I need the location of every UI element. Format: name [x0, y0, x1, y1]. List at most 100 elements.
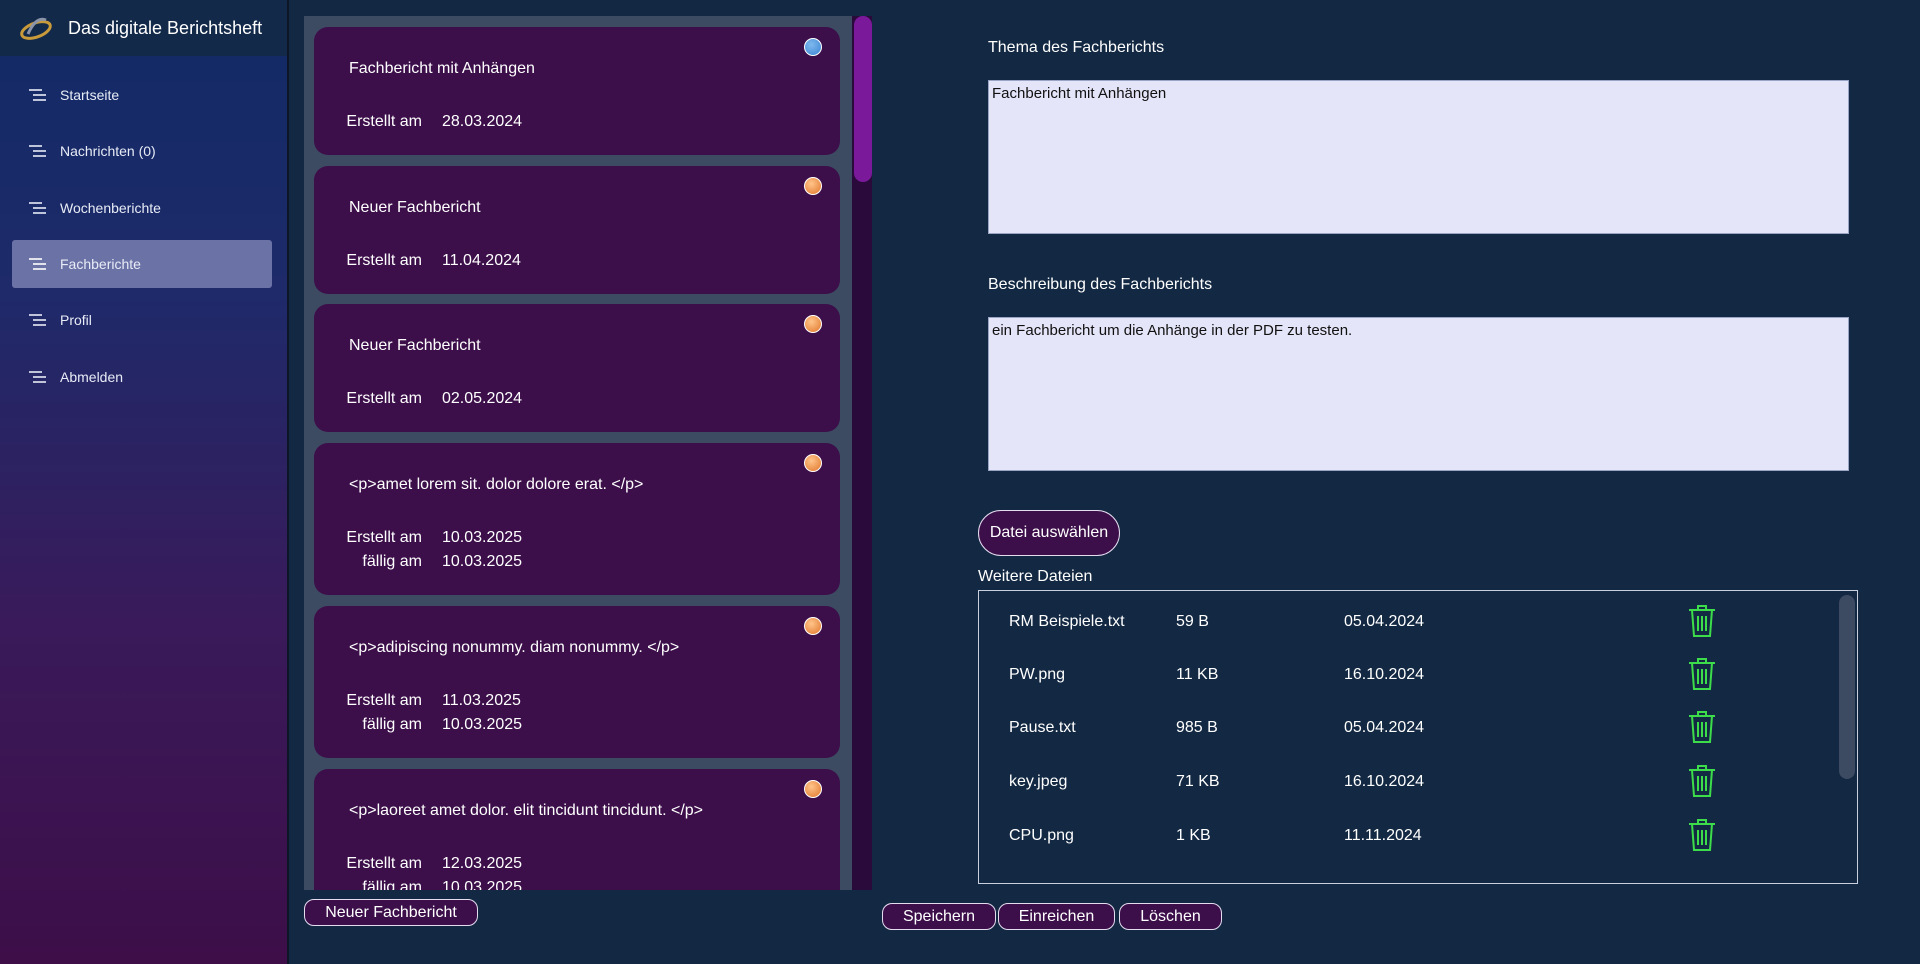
- report-list-scrollbar-thumb[interactable]: [854, 16, 872, 182]
- sidebar-item-startseite[interactable]: Startseite: [12, 71, 272, 119]
- due-row: fällig am 10.03.2025: [323, 553, 522, 571]
- trash-icon[interactable]: [1685, 656, 1719, 692]
- created-label: Erstellt am: [346, 855, 422, 872]
- file-row: PW.png 11 KB 16.10.2024: [979, 656, 1819, 696]
- description-label: Beschreibung des Fachberichts: [988, 276, 1213, 293]
- file-row: Pause.txt 985 B 05.04.2024: [979, 709, 1819, 749]
- created-row: Erstellt am 11.04.2024: [323, 252, 521, 270]
- created-label: Erstellt am: [346, 390, 422, 407]
- menu-lines-icon: [29, 89, 46, 101]
- report-card[interactable]: <p>amet lorem sit. dolor dolore erat. </…: [314, 443, 840, 595]
- file-row: key.jpeg 71 KB 16.10.2024: [979, 763, 1819, 803]
- sidebar-item-wochenberichte[interactable]: Wochenberichte: [12, 184, 272, 232]
- sidebar: Das digitale Berichtsheft Startseite Nac…: [0, 0, 289, 964]
- report-title: Neuer Fachbericht: [349, 337, 481, 354]
- file-size: 1 KB: [1176, 827, 1211, 844]
- description-field[interactable]: ein Fachbericht um die Anhänge in der PD…: [988, 317, 1849, 471]
- report-title: <p>laoreet amet dolor. elit tincidunt ti…: [349, 802, 704, 819]
- delete-button[interactable]: Löschen: [1119, 903, 1222, 930]
- due-label: fällig am: [362, 553, 422, 570]
- created-date: 10.03.2025: [442, 529, 523, 546]
- topic-field[interactable]: Fachbericht mit Anhängen: [988, 80, 1849, 234]
- menu-lines-icon: [29, 202, 46, 214]
- report-card[interactable]: Neuer Fachbericht Erstellt am 02.05.2024: [314, 304, 840, 432]
- trash-icon[interactable]: [1685, 763, 1719, 799]
- created-label: Erstellt am: [346, 252, 422, 269]
- created-date: 12.03.2025: [442, 855, 523, 872]
- trash-icon[interactable]: [1685, 817, 1719, 853]
- due-date: 10.03.2025: [442, 553, 523, 570]
- file-date: 11.11.2024: [1344, 827, 1422, 844]
- file-date: 05.04.2024: [1344, 719, 1425, 736]
- due-row: fällig am 10.03.2025: [323, 716, 522, 734]
- file-row: RM Beispiele.txt 59 B 05.04.2024: [979, 603, 1819, 643]
- status-dot-orange-icon: [804, 780, 822, 798]
- status-dot-orange-icon: [804, 617, 822, 635]
- save-button[interactable]: Speichern: [882, 903, 996, 930]
- due-date: 10.03.2025: [442, 879, 523, 890]
- file-name: Pause.txt: [1009, 719, 1076, 736]
- created-date: 11.04.2024: [442, 252, 521, 269]
- sidebar-item-label: Nachrichten (0): [60, 143, 156, 159]
- status-dot-blue-icon: [804, 38, 822, 56]
- report-card[interactable]: Neuer Fachbericht Erstellt am 11.04.2024: [314, 166, 840, 294]
- created-row: Erstellt am 12.03.2025: [323, 855, 522, 873]
- file-size: 71 KB: [1176, 773, 1220, 790]
- created-row: Erstellt am 02.05.2024: [323, 390, 522, 408]
- choose-file-button[interactable]: Datei auswählen: [978, 510, 1120, 556]
- sidebar-item-nachrichten[interactable]: Nachrichten (0): [12, 127, 272, 175]
- file-size: 985 B: [1176, 719, 1218, 736]
- sidebar-item-abmelden[interactable]: Abmelden: [12, 353, 272, 401]
- file-row: CPU.png 1 KB 11.11.2024: [979, 817, 1819, 857]
- sidebar-item-label: Abmelden: [60, 369, 124, 385]
- menu-lines-icon: [29, 314, 46, 326]
- created-date: 28.03.2024: [442, 113, 523, 130]
- due-label: fällig am: [362, 716, 422, 733]
- report-title: <p>adipiscing nonummy. diam nonummy. </p…: [349, 639, 680, 656]
- sidebar-item-label: Startseite: [60, 87, 120, 103]
- submit-button[interactable]: Einreichen: [998, 903, 1115, 930]
- created-row: Erstellt am 28.03.2024: [323, 113, 522, 131]
- due-label: fällig am: [362, 879, 422, 890]
- status-dot-orange-icon: [804, 454, 822, 472]
- brand-header: Das digitale Berichtsheft: [0, 0, 287, 56]
- report-title: <p>amet lorem sit. dolor dolore erat. </…: [349, 476, 644, 493]
- sidebar-item-fachberichte[interactable]: Fachberichte: [12, 240, 272, 288]
- file-name: CPU.png: [1009, 827, 1074, 844]
- file-date: 05.04.2024: [1344, 613, 1425, 630]
- file-list: RM Beispiele.txt 59 B 05.04.2024 PW.png …: [978, 590, 1858, 884]
- file-size: 59 B: [1176, 613, 1209, 630]
- file-name: PW.png: [1009, 666, 1066, 683]
- due-date: 10.03.2025: [442, 716, 523, 733]
- trash-icon[interactable]: [1685, 603, 1719, 639]
- topic-label: Thema des Fachberichts: [988, 39, 1165, 56]
- report-card[interactable]: Fachbericht mit Anhängen Erstellt am 28.0…: [314, 27, 840, 155]
- logo-icon: [20, 17, 52, 40]
- created-label: Erstellt am: [346, 113, 422, 130]
- menu-lines-icon: [29, 145, 46, 157]
- due-row: fällig am 10.03.2025: [323, 879, 522, 890]
- report-title: Neuer Fachbericht: [349, 199, 481, 216]
- created-row: Erstellt am 10.03.2025: [323, 529, 522, 547]
- file-size: 11 KB: [1176, 666, 1219, 683]
- new-report-button[interactable]: Neuer Fachbericht: [304, 899, 478, 926]
- report-list: Fachbericht mit Anhängen Erstellt am 28.0…: [304, 16, 852, 890]
- created-label: Erstellt am: [346, 529, 422, 546]
- report-title: Fachbericht mit Anhängen: [349, 60, 535, 77]
- file-name: key.jpeg: [1009, 773, 1068, 790]
- app-title: Das digitale Berichtsheft: [68, 17, 263, 38]
- trash-icon[interactable]: [1685, 709, 1719, 745]
- sidebar-item-profil[interactable]: Profil: [12, 296, 272, 344]
- file-list-scrollbar[interactable]: [1839, 595, 1855, 779]
- status-dot-orange-icon: [804, 315, 822, 333]
- report-card[interactable]: <p>laoreet amet dolor. elit tincidunt ti…: [314, 769, 840, 890]
- created-date: 02.05.2024: [442, 390, 523, 407]
- created-label: Erstellt am: [346, 692, 422, 709]
- report-card[interactable]: <p>adipiscing nonummy. diam nonummy. </p…: [314, 606, 840, 758]
- file-name: RM Beispiele.txt: [1009, 613, 1125, 630]
- sidebar-item-label: Profil: [60, 312, 92, 328]
- sidebar-item-label: Fachberichte: [60, 256, 141, 272]
- menu-lines-icon: [29, 258, 46, 270]
- created-row: Erstellt am 11.03.2025: [323, 692, 520, 710]
- menu-lines-icon: [29, 371, 46, 383]
